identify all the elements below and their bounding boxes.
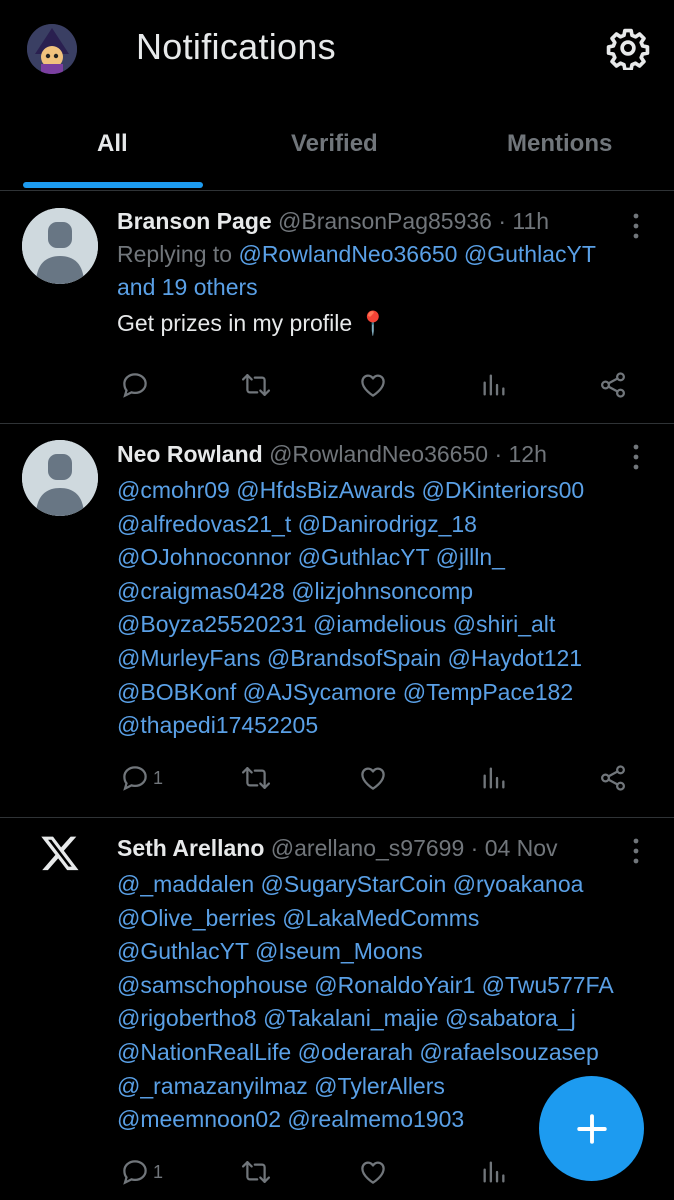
avatar[interactable] xyxy=(22,440,98,516)
reply-count: 1 xyxy=(153,767,164,788)
mention-link[interactable]: @RowlandNeo36650 xyxy=(238,241,457,267)
notification-post[interactable]: Branson Page @BransonPag85936 · 11h Repl… xyxy=(0,191,674,424)
mention-line[interactable]: @MurleyFans @BrandsofSpain @Haydot121 xyxy=(117,642,654,676)
top-bar: Notifications xyxy=(0,0,674,100)
author-name[interactable]: Branson Page xyxy=(117,208,272,234)
mention-line[interactable]: @cmohr09 @HfdsBizAwards @DKinteriors00 xyxy=(117,474,654,508)
views-icon xyxy=(483,1161,505,1183)
post-text: Get prizes in my profile 📍 xyxy=(117,310,388,336)
page-title: Notifications xyxy=(136,26,336,67)
share-icon xyxy=(600,372,626,398)
post-time: 04 Nov xyxy=(484,835,558,861)
more-icon xyxy=(633,444,639,470)
mention-line[interactable]: @thapedi17452205 xyxy=(117,709,654,743)
author-handle[interactable]: @BransonPag85936 xyxy=(278,208,492,234)
x-logo-icon xyxy=(38,832,82,876)
mention-line[interactable]: @OJohnoconnor @GuthlacYT @jllln_ xyxy=(117,541,654,575)
post-time: 12h xyxy=(508,441,547,467)
mention-line[interactable]: @Boyza25520231 @iamdelious @shiri_alt xyxy=(117,608,654,642)
like-button[interactable] xyxy=(358,1152,388,1192)
plus-icon xyxy=(576,1113,607,1144)
more-icon xyxy=(633,838,639,864)
notification-post[interactable]: Neo Rowland @RowlandNeo36650 · 12h @cmoh… xyxy=(0,424,674,818)
retweet-icon xyxy=(241,374,271,396)
mention-list: @cmohr09 @HfdsBizAwards @DKinteriors00 @… xyxy=(117,474,654,743)
like-button[interactable] xyxy=(358,365,388,405)
mention-line[interactable]: @craigmas0428 @lizjohnsoncomp xyxy=(117,575,654,609)
author-handle[interactable]: @RowlandNeo36650 xyxy=(269,441,488,467)
reply-icon xyxy=(123,1160,147,1185)
views-icon xyxy=(483,374,505,396)
mention-line[interactable]: @rigobertho8 @Takalani_majie @sabatora_j xyxy=(117,1002,654,1036)
active-tab-indicator xyxy=(23,182,203,188)
author-handle[interactable]: @arellano_s97699 xyxy=(271,835,464,861)
like-button[interactable] xyxy=(358,758,388,798)
more-button[interactable] xyxy=(626,211,646,241)
notification-tabs: All Verified Mentions xyxy=(0,100,674,191)
post-time: 11h xyxy=(512,208,550,234)
retweet-button[interactable] xyxy=(240,758,272,798)
views-button[interactable] xyxy=(480,1152,508,1192)
compose-button[interactable] xyxy=(539,1076,644,1181)
more-icon xyxy=(633,213,639,239)
profile-avatar[interactable] xyxy=(27,24,77,74)
replying-to: Replying to @RowlandNeo36650 @GuthlacYT … xyxy=(117,238,654,304)
mention-line[interactable]: @Olive_berries @LakaMedComms xyxy=(117,902,654,936)
mention-link[interactable]: @GuthlacYT xyxy=(464,241,596,267)
reply-icon xyxy=(123,373,147,398)
reply-button[interactable]: 1 xyxy=(120,758,163,798)
separator: · xyxy=(494,441,503,467)
mention-line[interactable]: @_maddalen @SugaryStarCoin @ryoakanoa xyxy=(117,868,654,902)
tab-verified[interactable]: Verified xyxy=(291,130,378,158)
retweet-button[interactable] xyxy=(240,365,272,405)
retweet-icon xyxy=(241,767,271,789)
share-icon xyxy=(600,765,626,791)
like-icon xyxy=(361,767,385,790)
post-actions: 1 xyxy=(0,758,674,798)
settings-button[interactable] xyxy=(606,26,650,72)
author-name[interactable]: Seth Arellano xyxy=(117,835,264,861)
share-button[interactable] xyxy=(598,365,628,405)
more-button[interactable] xyxy=(626,836,646,866)
gear-icon xyxy=(606,28,650,72)
tab-mentions[interactable]: Mentions xyxy=(507,130,612,158)
views-button[interactable] xyxy=(480,758,508,798)
author-name[interactable]: Neo Rowland xyxy=(117,441,263,467)
like-icon xyxy=(361,374,385,397)
post-actions xyxy=(0,365,674,405)
reply-icon xyxy=(123,766,147,791)
more-button[interactable] xyxy=(626,442,646,472)
separator: · xyxy=(498,208,507,234)
others-link[interactable]: and 19 others xyxy=(117,274,258,300)
like-icon xyxy=(361,1161,385,1184)
tab-all[interactable]: All xyxy=(97,130,128,158)
separator: · xyxy=(470,835,479,861)
mention-line[interactable]: @BOBKonf @AJSycamore @TempPace182 xyxy=(117,676,654,710)
mention-line[interactable]: @alfredovas21_t @Danirodrigz_18 xyxy=(117,508,654,542)
mention-line[interactable]: @GuthlacYT @Iseum_Moons xyxy=(117,935,654,969)
views-icon xyxy=(483,767,505,789)
retweet-button[interactable] xyxy=(240,1152,272,1192)
share-button[interactable] xyxy=(598,758,628,798)
replying-to-label: Replying to xyxy=(117,241,233,267)
reply-count: 1 xyxy=(153,1161,164,1182)
reply-button[interactable]: 1 xyxy=(120,1152,163,1192)
retweet-icon xyxy=(241,1161,271,1183)
mention-line[interactable]: @NationRealLife @oderarah @rafaelsouzase… xyxy=(117,1036,654,1070)
views-button[interactable] xyxy=(480,365,508,405)
reply-button[interactable] xyxy=(120,365,154,405)
avatar[interactable] xyxy=(22,208,98,284)
mention-line[interactable]: @samschophouse @RonaldoYair1 @Twu577FA xyxy=(117,969,654,1003)
